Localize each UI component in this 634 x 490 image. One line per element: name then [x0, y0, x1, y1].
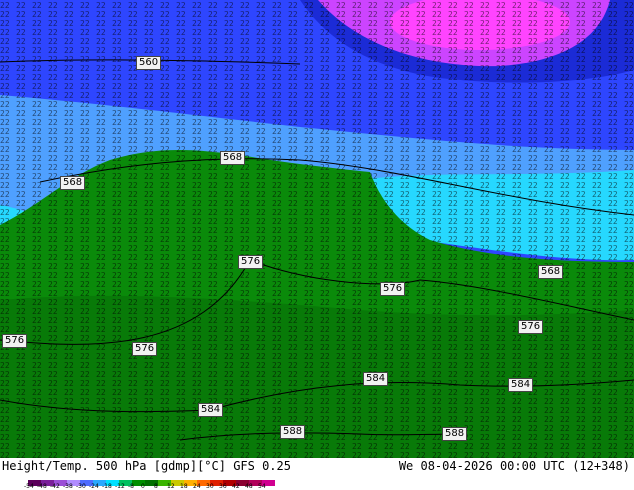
colorbar-tick: 0 [141, 483, 145, 490]
colorbar-tick: 48 [245, 483, 253, 490]
contour-label: 576 [238, 255, 264, 269]
weather-map: 22 560 568 568 568 576 576 576 576 576 5… [0, 0, 634, 458]
digit-texture [0, 0, 634, 458]
contour-label: 560 [136, 56, 162, 70]
contour-label: 576 [380, 282, 406, 296]
contour-label: 584 [363, 372, 389, 386]
map-footer: Height/Temp. 500 hPa [gdmp][°C] GFS 0.25… [0, 458, 634, 490]
colorbar-tick: -54 [24, 483, 34, 490]
contour-label: 588 [442, 427, 468, 441]
contour-label: 584 [198, 403, 224, 417]
contour-label: 576 [2, 334, 28, 348]
colorbar-tick: -12 [115, 483, 125, 490]
contour-label: 584 [508, 378, 534, 392]
contour-label: 568 [220, 151, 246, 165]
colorbar-tick: -24 [89, 483, 99, 490]
contour-label: 576 [132, 342, 158, 356]
contour-label: 568 [538, 265, 564, 279]
contour-label: 576 [518, 320, 544, 334]
contour-label: 588 [280, 425, 306, 439]
colorbar-tick: 24 [193, 483, 201, 490]
colorbar-tick: 12 [167, 483, 175, 490]
map-title: Height/Temp. 500 hPa [gdmp][°C] GFS 0.25 [2, 459, 291, 473]
colorbar-tick: 42 [232, 483, 240, 490]
colorbar-tick: 36 [219, 483, 227, 490]
colorbar-tick: -18 [102, 483, 112, 490]
colorbar-tick: -30 [76, 483, 86, 490]
colorbar-tick: 30 [206, 483, 214, 490]
colorbar-tick: -42 [50, 483, 60, 490]
map-canvas: 22 [0, 0, 634, 458]
colorbar-tick: 54 [258, 483, 266, 490]
contour-label: 568 [60, 176, 86, 190]
colorbar-tick: -48 [37, 483, 47, 490]
colorbar-ticks: -54 -48 -42 -38 -30 -24 -18 -12 -8 0 8 12 18 24 30 36 42… [24, 483, 271, 490]
colorbar-tick: -38 [63, 483, 73, 490]
colorbar-tick: 18 [180, 483, 188, 490]
valid-time: We 08-04-2026 00:00 UTC (12+348) [398, 459, 630, 473]
colorbar-tick: -8 [128, 483, 134, 490]
colorbar-tick: 8 [154, 483, 158, 490]
